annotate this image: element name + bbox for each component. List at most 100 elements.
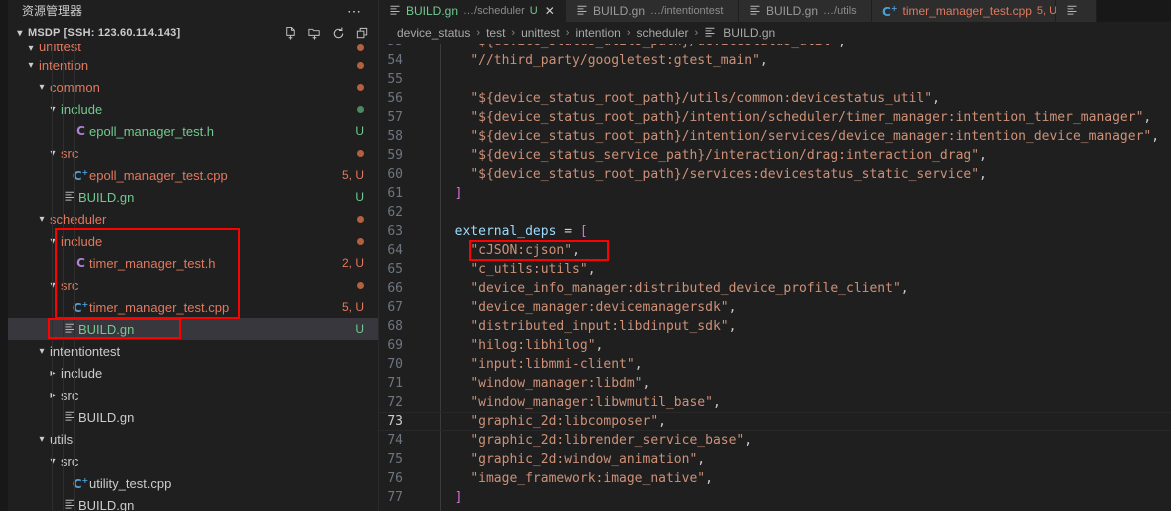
- editor-tab-bar[interactable]: BUILD.gn …/scheduler U ✕ BUILD.gn …/intention…: [379, 0, 1171, 22]
- chevron-down-icon[interactable]: ▾: [47, 280, 59, 291]
- status-badge: U: [355, 124, 364, 138]
- chevron-down-icon[interactable]: ▾: [47, 456, 59, 467]
- editor-vertical-scrollbar[interactable]: [1157, 44, 1171, 511]
- code-line-61[interactable]: 61 ]: [379, 184, 1171, 203]
- chevron-down-icon[interactable]: ▾: [36, 82, 48, 93]
- breadcrumb[interactable]: device_status › test › unittest › intention › sc…: [379, 22, 1171, 44]
- tree-item-label: BUILD.gn: [78, 321, 135, 337]
- breadcrumb-item[interactable]: device_status: [397, 26, 470, 40]
- code-line-71[interactable]: 71 "window_manager:libdm",: [379, 374, 1171, 393]
- chevron-down-icon[interactable]: ▾: [25, 44, 37, 54]
- sidebar-overflow-icon[interactable]: ⋯: [347, 0, 368, 22]
- chevron-down-icon[interactable]: ▾: [36, 346, 48, 357]
- breadcrumb-file[interactable]: BUILD.gn: [723, 26, 775, 40]
- status-dot-modified: [357, 58, 378, 72]
- tab-label: BUILD.gn: [766, 4, 819, 18]
- editor-tab-build-gn[interactable]: BUILD.gn …/intentiontest: [566, 0, 739, 22]
- code-text: "cJSON:cjson",: [470, 243, 580, 258]
- code-line-54[interactable]: 54 "//third_party/googletest:gtest_main"…: [379, 51, 1171, 70]
- tab-description: …/intentiontest: [650, 5, 724, 17]
- new-file-icon[interactable]: [283, 26, 298, 41]
- code-text: "${device_status_utils_path}/devicestatu…: [425, 44, 846, 51]
- code-text: "window_manager:libwmutil_base",: [470, 395, 721, 410]
- code-line-77[interactable]: 77 ]: [379, 488, 1171, 507]
- tree-item-label: epoll_manager_test.cpp: [89, 167, 228, 183]
- tab-description: …/utils: [823, 5, 857, 17]
- file-tree[interactable]: ▾unittest▾intention▾common▾includeCepoll…: [8, 44, 378, 511]
- status-dot-modified: [357, 44, 378, 54]
- code-line-58[interactable]: 58 "${device_status_root_path}/intention…: [379, 127, 1171, 146]
- line-number: 66: [387, 281, 403, 296]
- chevron-right-icon[interactable]: ▸: [47, 368, 59, 379]
- code-line-73[interactable]: 73 "graphic_2d:libcomposer",: [379, 412, 1171, 431]
- code-text: "${device_status_root_path}/utils/common…: [470, 91, 940, 106]
- tree-indent-guide-2: [74, 44, 75, 511]
- code-line-55[interactable]: 55: [379, 70, 1171, 89]
- line-number: 77: [387, 490, 403, 505]
- line-number: 70: [387, 357, 403, 372]
- code-editor[interactable]: 53 "${device_status_utils_path}/devicest…: [379, 44, 1171, 511]
- tree-item-label: BUILD.gn: [78, 409, 135, 425]
- chevron-down-icon[interactable]: ▾: [12, 28, 28, 39]
- close-icon[interactable]: ✕: [545, 4, 555, 18]
- code-line-56[interactable]: 56 "${device_status_root_path}/utils/com…: [379, 89, 1171, 108]
- code-line-57[interactable]: 57 "${device_status_root_path}/intention…: [379, 108, 1171, 127]
- breadcrumb-item[interactable]: test: [486, 26, 505, 40]
- line-number: 73: [387, 414, 403, 429]
- status-dot-modified: [357, 234, 378, 248]
- code-line-59[interactable]: 59 "${device_status_service_path}/intera…: [379, 146, 1171, 165]
- code-line-60[interactable]: 60 "${device_status_root_path}/services:…: [379, 165, 1171, 184]
- breadcrumb-item[interactable]: scheduler: [637, 26, 689, 40]
- chevron-right-icon[interactable]: ▸: [47, 390, 59, 401]
- code-line-75[interactable]: 75 "graphic_2d:window_animation",: [379, 450, 1171, 469]
- editor-tab-build-gn[interactable]: BUILD.gn …/utils: [739, 0, 872, 22]
- line-number: 61: [387, 186, 403, 201]
- chevron-down-icon[interactable]: ▾: [47, 148, 59, 159]
- code-line-68[interactable]: 68 "distributed_input:libdinput_sdk",: [379, 317, 1171, 336]
- explorer-sidebar: 资源管理器 ⋯ ▾ MSDP [SSH: 123.60.114.143] ▾ u…: [8, 0, 379, 511]
- breadcrumb-item[interactable]: intention: [575, 26, 620, 40]
- editor-tab-build-gn[interactable]: BUILD.gn …/scheduler U ✕: [379, 0, 566, 22]
- tree-item-label: common: [50, 80, 357, 95]
- line-number: 54: [387, 53, 403, 68]
- explorer-section-header[interactable]: ▾ MSDP [SSH: 123.60.114.143]: [8, 22, 378, 44]
- chevron-down-icon[interactable]: ▾: [47, 236, 59, 247]
- breadcrumb-separator-icon: ›: [694, 27, 699, 39]
- code-line-65[interactable]: 65 "c_utils:utils",: [379, 260, 1171, 279]
- code-line-63[interactable]: 63 external_deps = [: [379, 222, 1171, 241]
- collapse-all-icon[interactable]: [355, 26, 370, 41]
- tree-item-label: intention: [39, 58, 357, 73]
- line-number: 56: [387, 91, 403, 106]
- chevron-down-icon[interactable]: ▾: [47, 104, 59, 115]
- editor-tab-partial[interactable]: [1056, 0, 1097, 22]
- code-text: "hilog:libhilog",: [470, 338, 604, 353]
- code-line-72[interactable]: 72 "window_manager:libwmutil_base",: [379, 393, 1171, 412]
- code-line-70[interactable]: 70 "input:libmmi-client",: [379, 355, 1171, 374]
- code-line-66[interactable]: 66 "device_info_manager:distributed_devi…: [379, 279, 1171, 298]
- refresh-icon[interactable]: [331, 26, 346, 41]
- tree-indent-guide-0: [52, 44, 53, 511]
- code-line-67[interactable]: 67 "device_manager:devicemanagersdk",: [379, 298, 1171, 317]
- line-number: 60: [387, 167, 403, 182]
- breadcrumb-item[interactable]: unittest: [521, 26, 560, 40]
- code-text: external_deps = [: [454, 224, 588, 239]
- code-line-53[interactable]: 53 "${device_status_utils_path}/devicest…: [379, 44, 1171, 51]
- editor-group: BUILD.gn …/scheduler U ✕ BUILD.gn …/intention…: [379, 0, 1171, 511]
- chevron-down-icon[interactable]: ▾: [25, 60, 37, 71]
- tree-item-label: include: [61, 101, 103, 117]
- code-line-76[interactable]: 76 "image_framework:image_native",: [379, 469, 1171, 488]
- code-line-64[interactable]: 64 "cJSON:cjson",: [379, 241, 1171, 260]
- code-line-74[interactable]: 74 "graphic_2d:librender_service_base",: [379, 431, 1171, 450]
- chevron-down-icon[interactable]: ▾: [36, 214, 48, 225]
- tree-item-label: src: [61, 277, 79, 293]
- code-line-62[interactable]: 62: [379, 203, 1171, 222]
- new-folder-icon[interactable]: [307, 26, 322, 41]
- chevron-down-icon[interactable]: ▾: [36, 434, 48, 445]
- line-number: 76: [387, 471, 403, 486]
- code-line-69[interactable]: 69 "hilog:libhilog",: [379, 336, 1171, 355]
- code-text: "${device_status_root_path}/services:dev…: [470, 167, 987, 182]
- vscode-window: 资源管理器 ⋯ ▾ MSDP [SSH: 123.60.114.143] ▾ u…: [0, 0, 1171, 511]
- tree-item-label: epoll_manager_test.h: [89, 123, 215, 139]
- editor-tab-timer-manager-test-cpp[interactable]: C+ timer_manager_test.cpp 5, U: [872, 0, 1057, 22]
- tree-item-label: include: [61, 233, 103, 249]
